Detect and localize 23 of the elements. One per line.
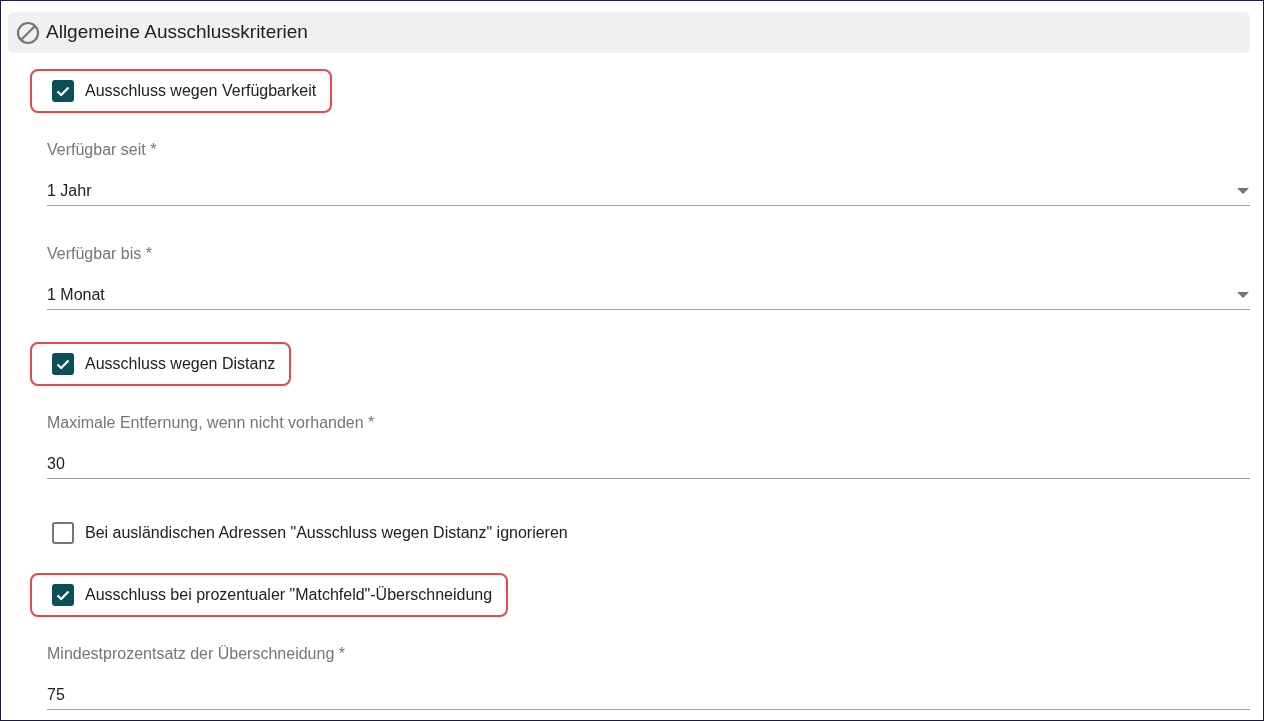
checkmark-icon xyxy=(56,358,70,370)
input-field[interactable]: 75 xyxy=(47,684,1250,710)
section-title: Allgemeine Ausschlusskriterien xyxy=(46,20,308,45)
input-field[interactable]: 30 xyxy=(47,453,1250,479)
checkmark-icon xyxy=(56,85,70,97)
field-label: Verfügbar seit * xyxy=(47,140,158,160)
checkbox-label: Ausschluss wegen Verfügbarkeit xyxy=(85,81,317,101)
field-label: Maximale Entfernung, wenn nicht vorhanden * xyxy=(47,413,376,433)
dropdown-arrow-icon xyxy=(1237,188,1249,194)
field-label: Mindestprozentsatz der Überschneidung * xyxy=(47,644,346,664)
checkbox[interactable] xyxy=(52,522,74,544)
select-field[interactable]: 1 Jahr xyxy=(47,180,1250,206)
checkmark-icon xyxy=(56,589,70,601)
checkbox-label: Ausschluss wegen Distanz xyxy=(85,354,276,374)
select-field[interactable]: 1 Monat xyxy=(47,284,1250,310)
checkbox[interactable] xyxy=(52,353,74,375)
checkbox[interactable] xyxy=(52,80,74,102)
prohibited-icon xyxy=(16,20,40,45)
checkbox-label: Bei ausländischen Adressen "Ausschluss wegen Distanz" ignorieren xyxy=(85,523,568,543)
dropdown-arrow-icon xyxy=(1237,292,1249,298)
field-label: Verfügbar bis * xyxy=(47,244,153,264)
checkbox[interactable] xyxy=(52,584,74,606)
checkbox-label: Ausschluss bei prozentualer "Matchfeld"-Überschneidung xyxy=(85,585,493,605)
